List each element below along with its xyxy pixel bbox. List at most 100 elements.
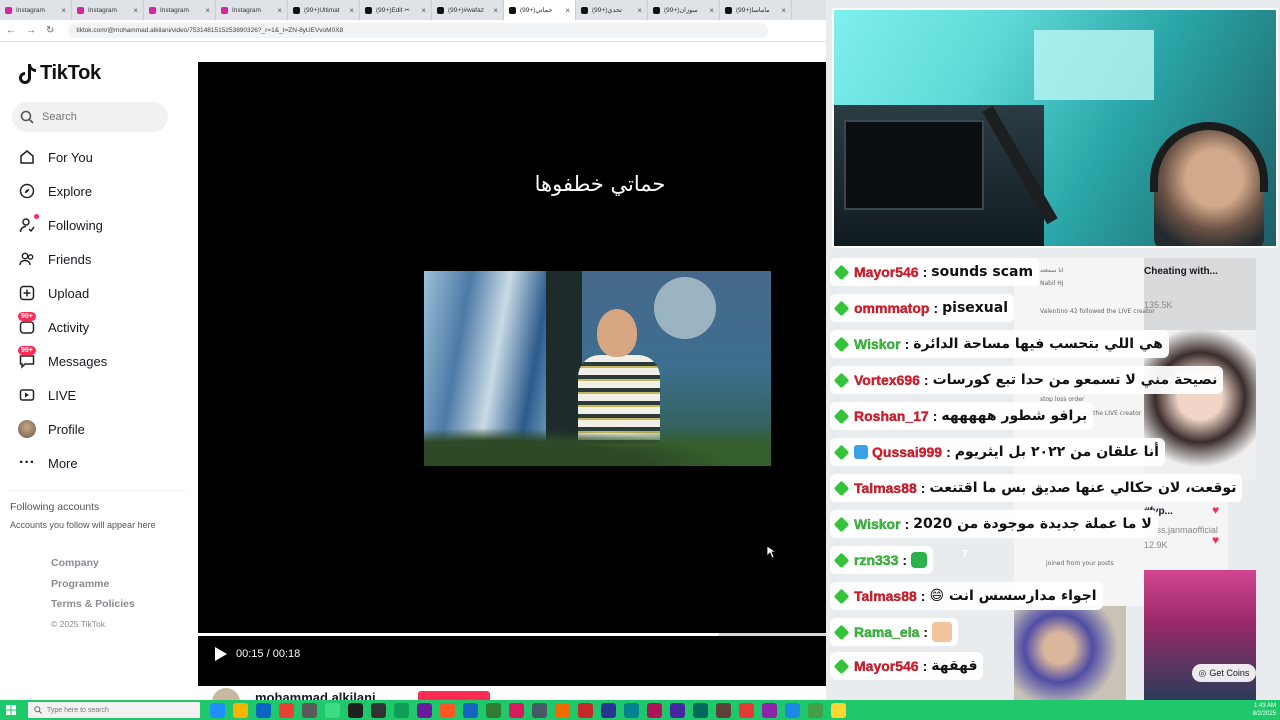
tiktok-logo[interactable]: TikTok — [18, 62, 101, 85]
sidebar-item-label: Following — [48, 217, 103, 233]
chat-username[interactable]: ommmatop — [854, 300, 930, 316]
close-icon[interactable]: × — [565, 6, 570, 15]
sidebar-item-friends[interactable]: Friends — [14, 242, 194, 276]
chat-username[interactable]: Qussai999 — [872, 444, 942, 460]
browser-tab[interactable]: (99+)تحدي × — [576, 0, 648, 20]
taskbar-app-icon[interactable] — [532, 702, 547, 718]
chat-username[interactable]: Roshan_17 — [854, 408, 929, 424]
taskbar-app-icon[interactable] — [463, 702, 478, 718]
taskbar-app-icon[interactable] — [831, 702, 846, 718]
green-diamond-icon — [833, 336, 850, 352]
taskbar-app-icon[interactable] — [808, 702, 823, 718]
taskbar-app-icon[interactable] — [578, 702, 593, 718]
taskbar-app-icon[interactable] — [348, 702, 363, 718]
close-icon[interactable]: × — [421, 6, 426, 15]
play-icon[interactable] — [214, 646, 228, 662]
chat-username[interactable]: Talmas88 — [854, 480, 917, 496]
taskbar-app-icon[interactable] — [555, 702, 570, 718]
browser-tab[interactable]: (99+)Edit ✂ × — [360, 0, 432, 20]
close-icon[interactable]: × — [205, 6, 210, 15]
taskbar-clock[interactable]: 1:43 AM 8/2/2025 — [1253, 702, 1276, 718]
sidebar-item-more[interactable]: ··· More — [14, 446, 194, 480]
taskbar-app-icon[interactable] — [716, 702, 731, 718]
tab-title: Instagram — [16, 6, 45, 14]
taskbar-app-icon[interactable] — [440, 702, 455, 718]
get-coins-button[interactable]: ◎ Get Coins — [1192, 664, 1256, 682]
sidebar-item-profile[interactable]: Profile — [14, 412, 194, 446]
feed-thumbnail[interactable] — [1014, 606, 1126, 700]
close-icon[interactable]: × — [61, 6, 66, 15]
video-progress-fill — [198, 633, 720, 636]
sidebar-item-live[interactable]: LIVE — [14, 378, 194, 412]
feed-title[interactable]: Cheating with... — [1144, 266, 1218, 277]
chat-username[interactable]: Rama_ela — [854, 624, 920, 640]
close-icon[interactable]: × — [277, 6, 282, 15]
footer-link-terms[interactable]: Terms & Policies — [51, 598, 135, 619]
taskbar-app-icon[interactable] — [486, 702, 501, 718]
taskbar-app-icon[interactable] — [417, 702, 432, 718]
forward-icon[interactable]: → — [26, 25, 36, 36]
taskbar-search[interactable]: Type here to search — [28, 702, 200, 718]
taskbar-app-icon[interactable] — [647, 702, 662, 718]
taskbar-app-icon[interactable] — [279, 702, 294, 718]
chat-message: Talmas88: توقعت، لان حكالي عنها صديق بس م… — [830, 474, 1243, 502]
sidebar-item-explore[interactable]: Explore — [14, 174, 194, 208]
browser-tab[interactable]: Instagram × — [72, 0, 144, 20]
sidebar-item-messages[interactable]: 99+ Messages — [14, 344, 194, 378]
taskbar-app-icon[interactable] — [601, 702, 616, 718]
taskbar-app-icon[interactable] — [233, 702, 248, 718]
close-icon[interactable]: × — [133, 6, 138, 15]
close-icon[interactable]: × — [637, 6, 642, 15]
browser-tab[interactable]: (99+)سوزان × — [648, 0, 720, 20]
taskbar-app-icon[interactable] — [394, 702, 409, 718]
close-icon[interactable]: × — [493, 6, 498, 15]
chat-username[interactable]: Vortex696 — [854, 372, 920, 388]
chat-text: pisexual — [942, 300, 1009, 316]
sidebar-item-following[interactable]: Following — [14, 208, 194, 242]
video-progress-bar[interactable] — [198, 633, 826, 636]
tab-title: (99+)ماماسا — [736, 7, 770, 14]
close-icon[interactable]: × — [781, 6, 786, 15]
back-icon[interactable]: ← — [6, 25, 16, 36]
close-icon[interactable]: × — [709, 6, 714, 15]
url-field[interactable]: tiktok.com/@mohammad.alkilani/video/7531… — [68, 23, 769, 38]
taskbar-app-icon[interactable] — [210, 702, 225, 718]
chat-username[interactable]: Mayor546 — [854, 264, 919, 280]
chat-username[interactable]: Mayor546 — [854, 658, 919, 674]
taskbar-app-icon[interactable] — [325, 702, 340, 718]
chat-username[interactable]: Wiskor — [854, 336, 901, 352]
close-icon[interactable]: × — [349, 6, 354, 15]
tab-title: Instagram — [232, 6, 261, 14]
footer-link-programme[interactable]: Programme — [51, 578, 135, 599]
taskbar-app-icon[interactable] — [509, 702, 524, 718]
footer-link-company[interactable]: Company — [51, 557, 135, 578]
taskbar-app-icon[interactable] — [739, 702, 754, 718]
taskbar-app-icon[interactable] — [302, 702, 317, 718]
windows-start-icon[interactable] — [0, 700, 22, 720]
taskbar-app-icon[interactable] — [624, 702, 639, 718]
browser-tab[interactable]: (99+)حماتي × — [504, 0, 576, 20]
chat-username[interactable]: Wiskor — [854, 516, 901, 532]
sidebar-item-upload[interactable]: Upload — [14, 276, 194, 310]
sidebar-item-activity[interactable]: 99+ Activity — [14, 310, 194, 344]
taskbar-app-icon[interactable] — [371, 702, 386, 718]
taskbar-app-icon[interactable] — [693, 702, 708, 718]
chat-username[interactable]: rzn333 — [854, 552, 899, 568]
search-input[interactable] — [42, 111, 152, 123]
chat-username[interactable]: Talmas88 — [854, 588, 917, 604]
sidebar-item-for-you[interactable]: For You — [14, 140, 194, 174]
taskbar-app-icon[interactable] — [256, 702, 271, 718]
taskbar-app-icon[interactable] — [785, 702, 800, 718]
browser-tab[interactable]: Instagram × — [216, 0, 288, 20]
clock-date: 8/2/2025 — [1252, 711, 1276, 717]
taskbar-app-icon[interactable] — [762, 702, 777, 718]
reload-icon[interactable]: ↻ — [46, 25, 54, 36]
chat-message: ommmatop: pisexual — [830, 294, 1015, 322]
search-box[interactable] — [12, 102, 168, 132]
browser-tab[interactable]: (99+)#wafaz × — [432, 0, 504, 20]
browser-tab[interactable]: Instagram × — [144, 0, 216, 20]
browser-tab[interactable]: (99+)Ultimat × — [288, 0, 360, 20]
browser-tab[interactable]: (99+)ماماسا × — [720, 0, 792, 20]
taskbar-app-icon[interactable] — [670, 702, 685, 718]
browser-tab[interactable]: Instagram × — [0, 0, 72, 20]
